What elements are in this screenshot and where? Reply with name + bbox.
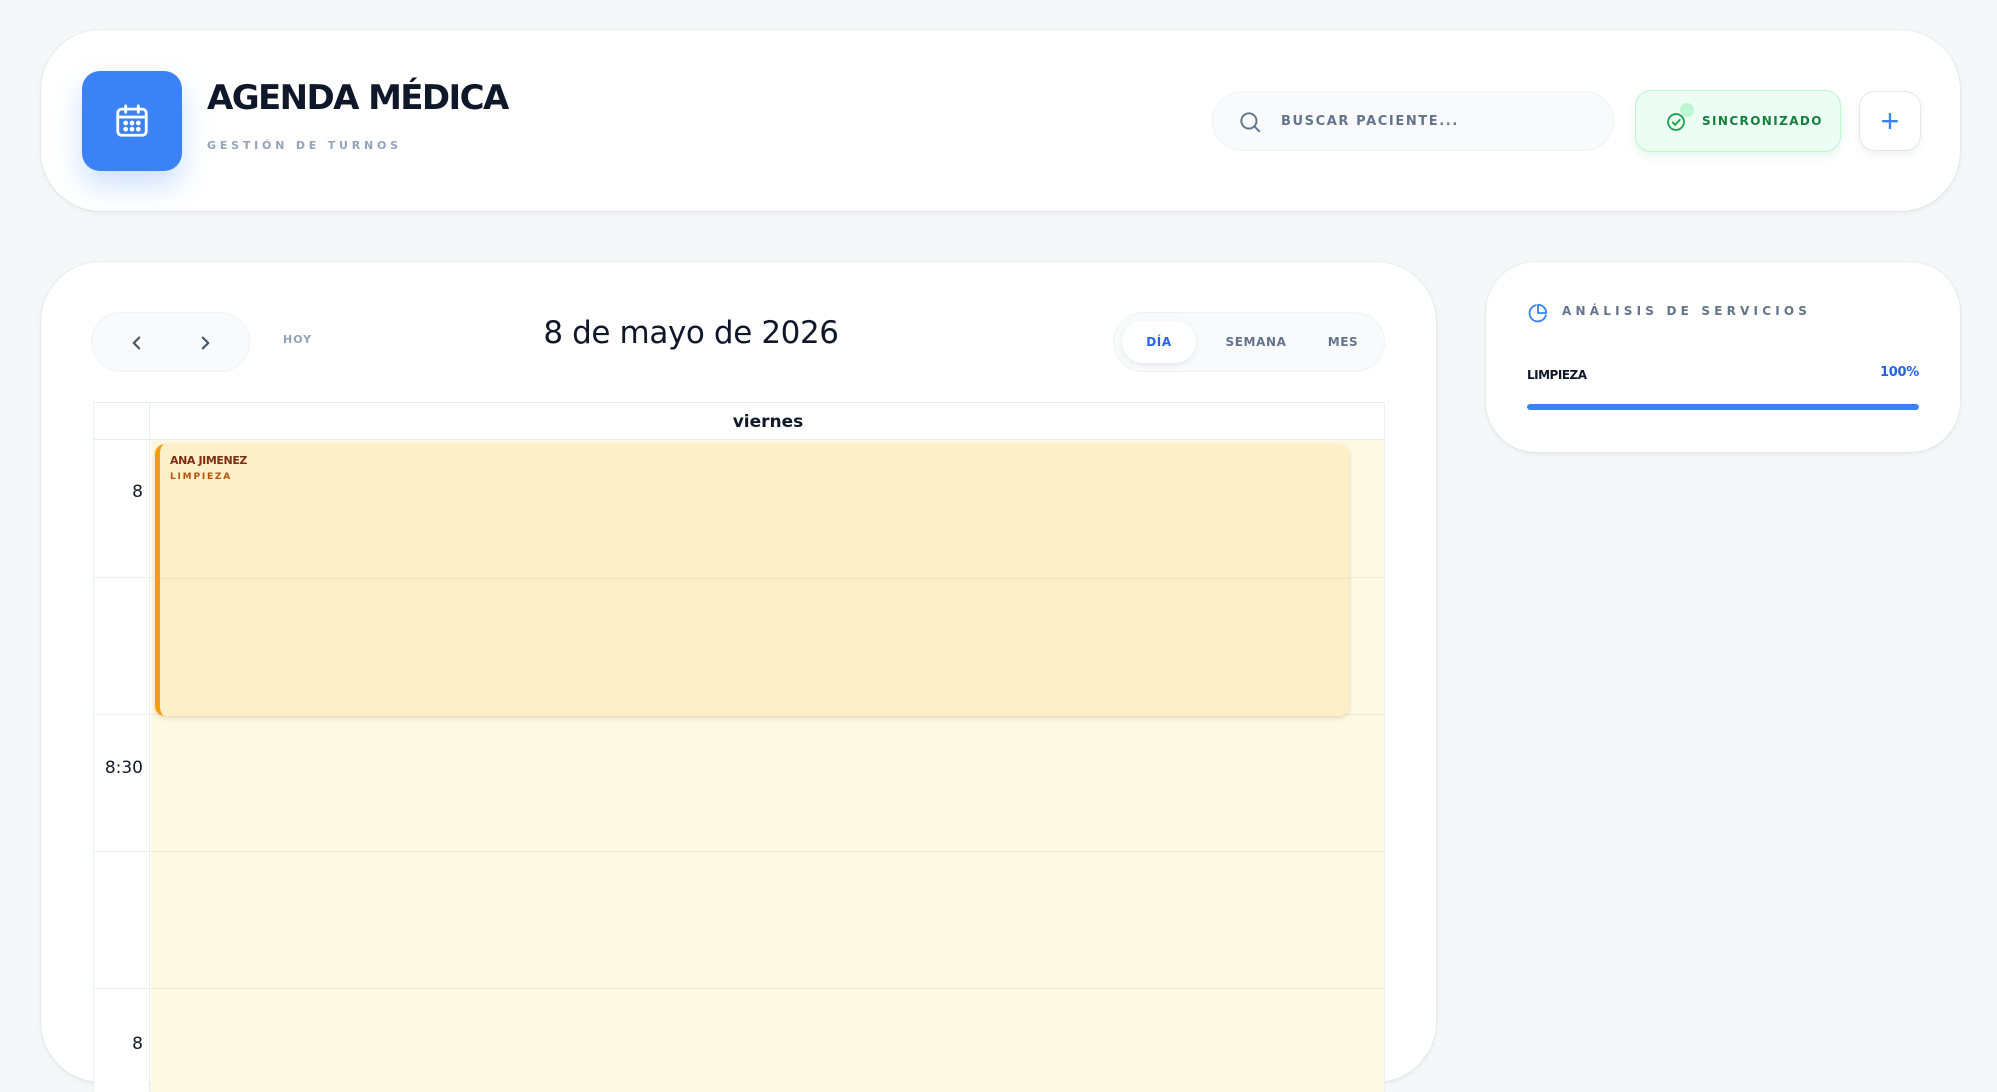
slot-divider [151, 988, 1384, 989]
slot-divider [151, 851, 1384, 852]
time-label: 8 [132, 482, 143, 502]
slot-divider [94, 988, 150, 989]
day-column-header: viernes [732, 411, 804, 432]
check-circle-icon [1667, 113, 1685, 131]
app-subtitle: GESTIÓN DE TURNOS [207, 139, 402, 152]
plus-icon: + [1880, 103, 1900, 139]
slot-divider [94, 577, 150, 578]
search-icon [1240, 112, 1261, 133]
time-gutter: 8 8:30 8 [94, 440, 150, 1092]
date-navigation [91, 312, 250, 372]
tab-month-view[interactable]: MES [1310, 321, 1376, 363]
day-grid: viernes 8 8:30 8 ANA JIMENEZ LIMPIEZA [93, 402, 1385, 1092]
tab-day-view[interactable]: DÍA [1122, 321, 1196, 363]
service-progress-fill [1527, 404, 1919, 410]
sync-label: SINCRONIZADO [1702, 114, 1823, 128]
slot-divider [94, 714, 150, 715]
view-switcher: DÍA SEMANA MES [1113, 312, 1385, 372]
day-column[interactable]: ANA JIMENEZ LIMPIEZA [151, 440, 1384, 1092]
service-name: LIMPIEZA [1527, 368, 1587, 382]
gutter-header [94, 403, 150, 440]
service-analysis-card: ANÁLISIS DE SERVICIOS LIMPIEZA 100% [1486, 262, 1960, 452]
chevron-right-icon[interactable] [192, 330, 218, 356]
calendar-card: HOY 8 de mayo de 2026 DÍA SEMANA MES vie… [41, 262, 1436, 1092]
sync-status-badge: SINCRONIZADO [1635, 90, 1841, 152]
service-progress-track [1527, 404, 1919, 410]
event-patient-name: ANA JIMENEZ [170, 454, 248, 467]
event-slot-divider [160, 578, 1349, 579]
app-title: AGENDA MÉDICA [207, 78, 509, 118]
tab-week-view[interactable]: SEMANA [1210, 321, 1302, 363]
current-date-title: 8 de mayo de 2026 [543, 315, 839, 351]
chevron-left-icon[interactable] [124, 330, 150, 356]
pie-chart-icon [1528, 303, 1548, 323]
appointment-event[interactable]: ANA JIMENEZ LIMPIEZA [155, 444, 1349, 716]
app-logo [82, 71, 182, 171]
time-label: 8:30 [104, 758, 143, 778]
add-appointment-button[interactable]: + [1859, 91, 1921, 151]
analysis-title: ANÁLISIS DE SERVICIOS [1562, 304, 1812, 318]
header-card: AGENDA MÉDICA GESTIÓN DE TURNOS SINCRONI… [41, 30, 1960, 211]
search-box[interactable] [1212, 91, 1614, 151]
service-percent: 100% [1880, 365, 1919, 380]
today-button[interactable]: HOY [283, 333, 312, 346]
slot-divider [94, 851, 150, 852]
search-input[interactable] [1281, 92, 1601, 150]
time-label: 8 [132, 1034, 143, 1054]
event-service-name: LIMPIEZA [170, 472, 233, 482]
grid-header: viernes [94, 402, 1384, 440]
calendar-icon [116, 104, 148, 137]
